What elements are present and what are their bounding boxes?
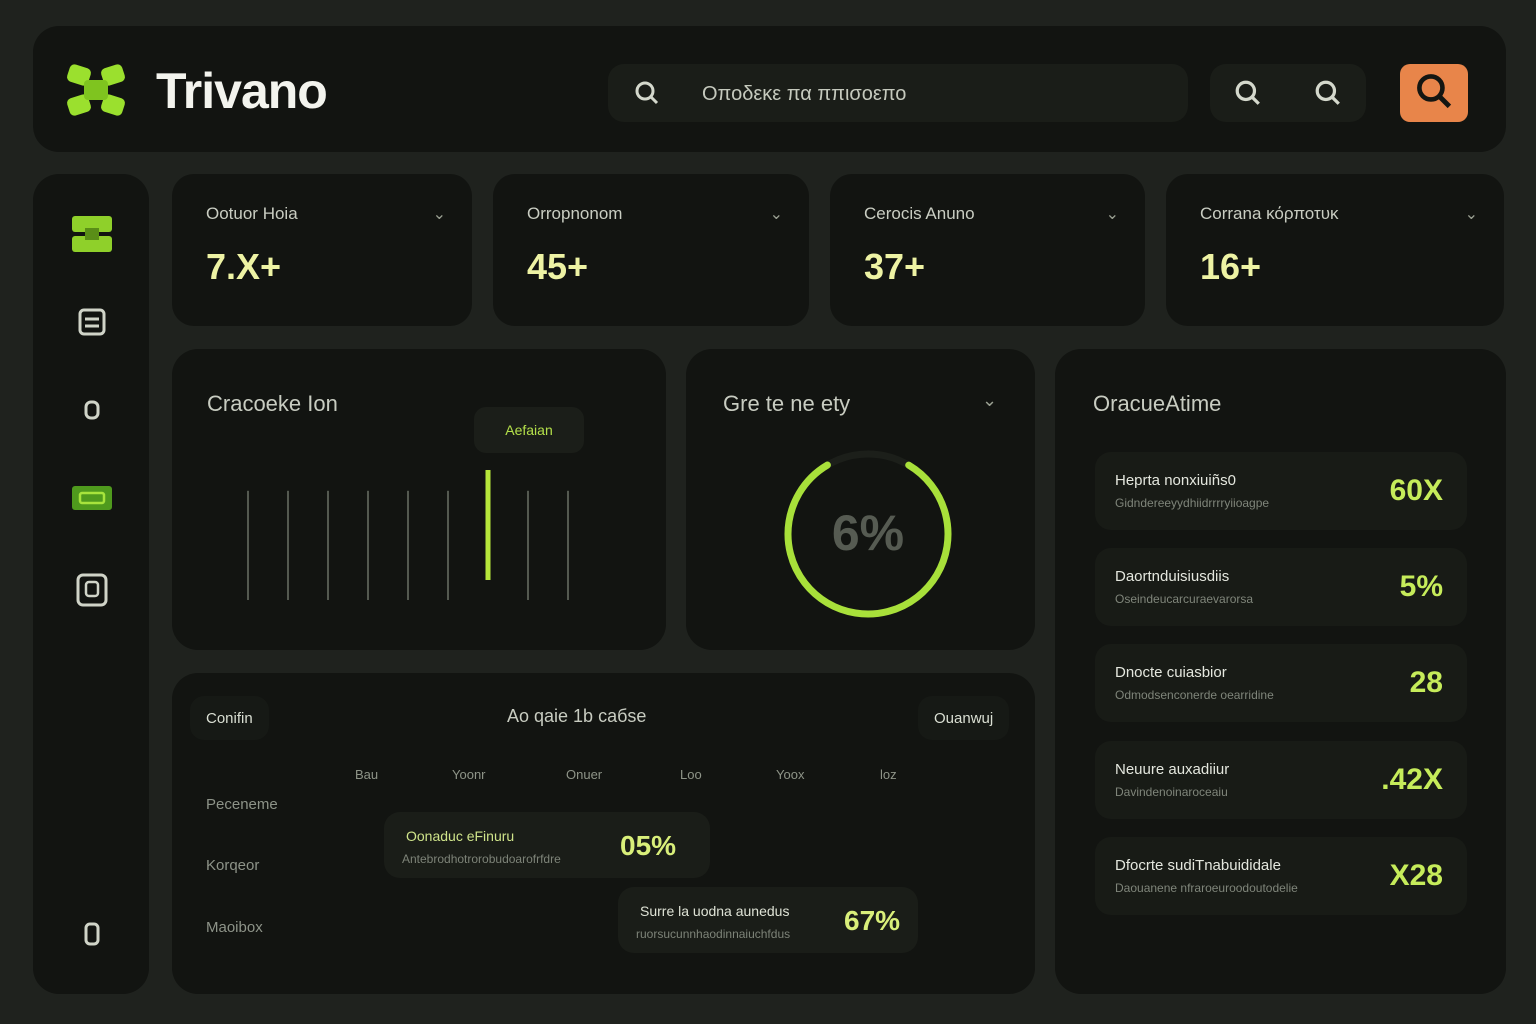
card-icon	[71, 484, 113, 517]
list-item-title: Dnocte cuiasbior	[1115, 664, 1227, 681]
search-icon[interactable]	[1314, 79, 1342, 112]
gauge-title: Gre te ne ety	[723, 391, 851, 416]
block-value: 05%	[620, 830, 677, 861]
list-item-value: 28	[1409, 666, 1443, 699]
bar-chart	[247, 470, 569, 600]
search-icon	[1414, 71, 1454, 116]
app-title: Trivano	[156, 63, 328, 119]
list-item-title: Heprta nonxiuiñs0	[1115, 472, 1236, 489]
brand-logo-icon	[64, 62, 128, 118]
schedule-block[interactable]: Surre la uodna aunedus ruorsucunnhaodinn…	[618, 887, 918, 953]
sidebar-item-devices[interactable]	[70, 570, 114, 614]
chevron-down-icon[interactable]: ⌄	[1465, 204, 1478, 224]
list-item-subtitle: Daouanene nfraroeuroodoutodelie	[1115, 881, 1298, 895]
block-title: Surre la uodna aunedus	[640, 903, 790, 919]
column-header: loz	[880, 767, 897, 782]
list-item[interactable]: Dnocte cuiasbior Odmodsenconerde oearrid…	[1095, 644, 1467, 722]
stat-card[interactable]: Orropnonom 45+ ⌄	[493, 174, 809, 326]
sidebar-item-profile[interactable]	[70, 914, 114, 958]
list-item[interactable]: Dfocrte sudiTnabuididale Daouanene nfrar…	[1095, 837, 1467, 915]
chart-bar	[327, 490, 329, 600]
chart-tooltip: Aefaian	[474, 407, 584, 453]
chart-bar	[367, 490, 369, 600]
grid-icon	[71, 214, 113, 259]
search-input[interactable]	[700, 64, 1164, 124]
list-item-value: .42X	[1381, 763, 1443, 796]
chart-bar	[567, 490, 569, 600]
block-subtitle: ruorsucunnhaodinnaiuchfdus	[636, 927, 791, 941]
search-icon	[634, 80, 660, 111]
chevron-down-icon[interactable]: ⌄	[1106, 204, 1119, 224]
chevron-down-icon[interactable]: ⌄	[433, 204, 446, 224]
chart-bar	[247, 490, 249, 600]
schedule-block[interactable]: Oonaduc eFinuru Antebrodhotrorobudoarofr…	[384, 812, 710, 878]
list-item-subtitle: Oseindeucarcuraevarorsa	[1115, 592, 1254, 606]
block-subtitle: Antebrodhotrorobudoarofrfdre	[402, 852, 561, 866]
block-title: Oonaduc eFinuru	[406, 828, 515, 844]
chart-bar	[287, 490, 289, 600]
chart-title: Cracoeke Ion	[207, 391, 338, 416]
row-label: Korqeor	[206, 857, 260, 874]
document-icon	[77, 307, 107, 342]
list-item-title: Daortnduisiusdiis	[1115, 568, 1230, 585]
stat-value: 45+	[527, 246, 589, 287]
chevron-down-icon[interactable]: ⌄	[770, 204, 783, 224]
user-icon	[82, 921, 102, 952]
list-item-subtitle: Gidndereeyydhiidrrrryiioagpe	[1115, 496, 1270, 510]
stat-label: Orropnonom	[527, 204, 623, 223]
list-item-subtitle: Odmodsenconerde oearridine	[1115, 688, 1274, 702]
column-header: Yoox	[776, 767, 805, 782]
gauge-value: 6%	[832, 505, 904, 561]
column-header: Yoonr	[452, 767, 486, 782]
sidebar-item-documents[interactable]	[70, 302, 114, 346]
sidebar-item-dashboard[interactable]	[70, 214, 114, 258]
stat-card[interactable]: Cerocis Anuno 37+ ⌄	[830, 174, 1145, 326]
tablet-icon	[76, 573, 108, 612]
stat-label: Cerocis Anuno	[864, 204, 975, 223]
stat-value: 7.X+	[206, 246, 282, 287]
list-item-value: X28	[1389, 859, 1443, 892]
header-icon-group	[1210, 64, 1366, 122]
chart-bar	[407, 490, 409, 600]
sidebar-item-payments[interactable]	[70, 478, 114, 522]
stat-value: 16+	[1200, 246, 1262, 287]
bell-icon	[82, 398, 102, 427]
column-header: Bau	[355, 767, 379, 782]
list-item[interactable]: Daortnduisiusdiis Oseindeucarcuraevarors…	[1095, 548, 1467, 626]
list-item-value: 5%	[1399, 570, 1443, 603]
list-item[interactable]: Neuure auxadiiur Davindenoinaroceaiu .42…	[1095, 741, 1467, 819]
row-label: Maoibox	[206, 919, 263, 936]
block-value: 67%	[844, 905, 901, 936]
chart-bar-highlight	[485, 470, 491, 580]
column-header: Onuer	[566, 767, 603, 782]
chart-bar	[527, 490, 529, 600]
search-button[interactable]	[1400, 64, 1468, 122]
sidebar-item-alerts[interactable]	[70, 390, 114, 434]
search-icon[interactable]	[1234, 79, 1262, 112]
stat-label: Ootuor Hoia	[206, 204, 298, 223]
stat-card[interactable]: Corrana κόρποτυκ 16+ ⌄	[1166, 174, 1504, 326]
stat-label: Corrana κόρποτυκ	[1200, 204, 1339, 223]
options-button[interactable]: Ouanwuj	[918, 696, 1010, 740]
chevron-down-icon[interactable]: ⌄	[982, 390, 997, 411]
list-item[interactable]: Heprta nonxiuiñs0 Gidndereeyydhiidrrrryi…	[1095, 452, 1467, 530]
search-bar[interactable]	[608, 64, 1188, 124]
list-item-title: Dfocrte sudiTnabuididale	[1115, 857, 1281, 874]
stat-value: 37+	[864, 246, 926, 287]
table-title: Ao qaie 1b caбse	[507, 706, 647, 726]
list-item-title: Neuure auxadiiur	[1115, 761, 1230, 778]
column-header: Loo	[680, 767, 702, 782]
progress-gauge: 6%	[784, 450, 952, 618]
stat-card[interactable]: Ootuor Hoia 7.X+ ⌄	[172, 174, 472, 326]
filter-button[interactable]: Conifin	[190, 696, 269, 740]
activity-title: OracueAtime	[1093, 391, 1222, 416]
row-label: Peceneme	[206, 796, 278, 813]
list-item-value: 60X	[1389, 474, 1443, 507]
list-item-subtitle: Davindenoinaroceaiu	[1115, 785, 1228, 799]
chart-bar	[447, 490, 449, 600]
